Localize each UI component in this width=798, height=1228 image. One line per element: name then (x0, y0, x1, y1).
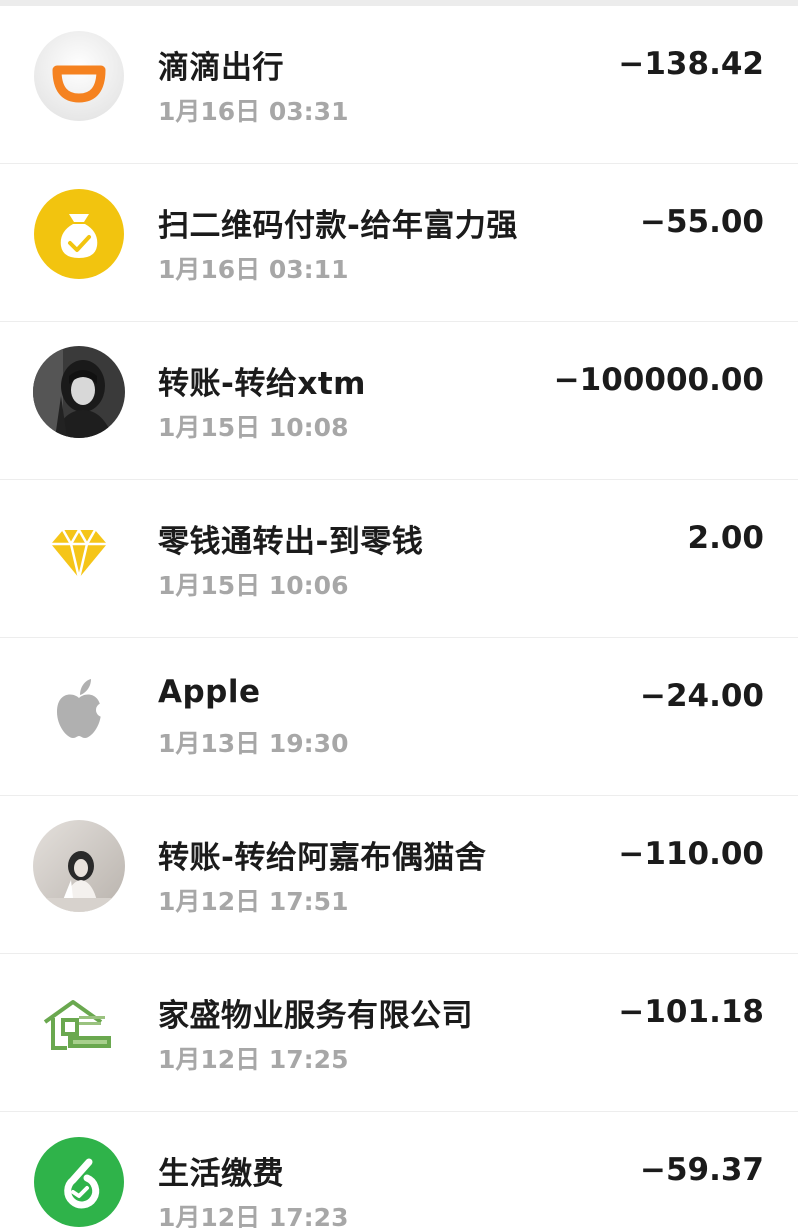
transaction-title: 零钱通转出-到零钱 (158, 524, 424, 560)
transaction-row[interactable]: 扫二维码付款-给年富力强 1月16日 03:11 −55.00 (0, 164, 798, 322)
transaction-row[interactable]: 转账-转给阿嘉布偶猫舍 1月12日 17:51 −110.00 (0, 796, 798, 954)
transaction-time: 1月13日 19:30 (158, 729, 349, 758)
transaction-title: 扫二维码付款-给年富力强 (158, 208, 518, 244)
didi-logo-icon (33, 30, 125, 122)
utility-pay-icon (33, 1136, 125, 1228)
transaction-title: 转账-转给xtm (158, 366, 366, 402)
transaction-amount: −55.00 (639, 204, 764, 240)
transaction-amount: −24.00 (639, 678, 764, 714)
transaction-row[interactable]: 转账-转给xtm 1月15日 10:08 −100000.00 (0, 322, 798, 480)
diamond-icon (33, 504, 125, 596)
user-avatar (33, 820, 125, 912)
transaction-row[interactable]: 滴滴出行 1月16日 03:31 −138.42 (0, 6, 798, 164)
transaction-time: 1月16日 03:11 (158, 255, 349, 284)
transaction-time: 1月15日 10:08 (158, 413, 349, 442)
transaction-title: 家盛物业服务有限公司 (158, 998, 473, 1034)
transaction-row[interactable]: 家盛物业服务有限公司 1月12日 17:25 −101.18 (0, 954, 798, 1112)
transaction-time: 1月12日 17:23 (158, 1203, 349, 1228)
transaction-title: 生活缴费 (158, 1156, 284, 1192)
transaction-time: 1月12日 17:25 (158, 1045, 349, 1074)
transaction-row[interactable]: Apple 1月13日 19:30 −24.00 (0, 638, 798, 796)
transaction-time: 1月12日 17:51 (158, 887, 349, 916)
transaction-title: 滴滴出行 (158, 50, 284, 86)
transaction-title: 转账-转给阿嘉布偶猫舍 (158, 840, 487, 876)
transaction-amount: −138.42 (618, 46, 764, 82)
transaction-title: Apple (158, 674, 261, 710)
transaction-amount: 2.00 (687, 520, 765, 556)
transaction-amount: −59.37 (639, 1152, 764, 1188)
money-bag-icon (33, 188, 125, 280)
transaction-amount: −100000.00 (553, 362, 764, 398)
transaction-row[interactable]: 零钱通转出-到零钱 1月15日 10:06 2.00 (0, 480, 798, 638)
transaction-amount: −110.00 (618, 836, 764, 872)
transaction-time: 1月15日 10:06 (158, 571, 349, 600)
property-logo-icon (33, 978, 125, 1070)
apple-logo-icon (33, 662, 125, 754)
transaction-row[interactable]: 生活缴费 1月12日 17:23 −59.37 (0, 1112, 798, 1228)
transaction-list: 滴滴出行 1月16日 03:31 −138.42 扫二维码付款-给年富力强 1月… (0, 6, 798, 1228)
transaction-time: 1月16日 03:31 (158, 97, 349, 126)
transaction-amount: −101.18 (618, 994, 764, 1030)
user-avatar (33, 346, 125, 438)
